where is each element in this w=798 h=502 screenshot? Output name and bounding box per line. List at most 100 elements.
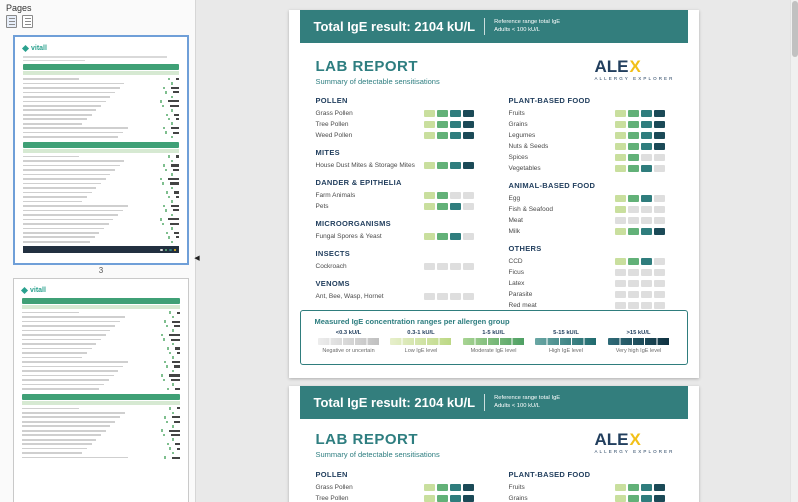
- thumb-mini-row: [22, 338, 180, 341]
- level-square-low: [423, 121, 435, 128]
- thumb-mini-row: [22, 451, 180, 455]
- level-square-low: [423, 192, 435, 199]
- level-square-high: [449, 162, 461, 169]
- level-square-high: [449, 495, 461, 502]
- level-square-mod: [627, 228, 639, 235]
- legend-gradient-bar-low: [390, 338, 452, 345]
- allergen-label: Parasite: [508, 291, 533, 298]
- legend-level-label: Low IgE level: [404, 348, 438, 354]
- allergen-row: Latex: [509, 278, 665, 289]
- level-square-neg: [653, 302, 665, 309]
- level-square-low: [423, 110, 435, 117]
- allergen-row: Grains: [509, 493, 665, 502]
- thumb-mini-row: [22, 342, 180, 346]
- level-squares: [613, 195, 665, 202]
- ige-concentration-legend: Measured IgE concentration ranges per al…: [299, 310, 688, 365]
- alex-logo-x: X: [629, 430, 641, 449]
- thumb-mini-row: [22, 383, 180, 386]
- allergen-label: Pets: [315, 203, 329, 210]
- level-squares: [613, 165, 665, 172]
- level-square-low: [614, 165, 626, 172]
- thumb-mini-row: [22, 416, 180, 419]
- thumb-mini-row: [23, 240, 179, 244]
- level-square-vhigh: [653, 132, 665, 139]
- thumb-mini-row: [23, 91, 179, 94]
- thumb-mini-row: [23, 100, 179, 103]
- level-square-low: [614, 484, 626, 491]
- allergen-row: Tree Pollen: [316, 493, 474, 502]
- thumb-mini-row: [22, 360, 180, 364]
- thumb-mini-row: [22, 387, 180, 391]
- level-square-neg: [449, 263, 461, 270]
- level-square-high: [449, 203, 461, 210]
- thumb-mini-row: [23, 222, 179, 226]
- thumb-mini-row: [23, 236, 179, 239]
- level-square-high: [640, 484, 652, 491]
- page-thumbnail-4[interactable]: vitall: [13, 278, 189, 502]
- allergen-column-left: POLLENGrass PollenTree PollenWeed Pollen: [316, 470, 474, 502]
- legend-level-label: Very high IgE level: [615, 348, 662, 354]
- main-scrollbar[interactable]: [790, 0, 798, 502]
- allergen-section-title: PLANT-BASED FOOD: [508, 96, 591, 105]
- document-viewer[interactable]: Total IgE result: 2104 kU/L Reference ra…: [197, 0, 790, 502]
- thumb-mini-row: [23, 131, 179, 134]
- allergen-section: INSECTS Cockroach: [316, 249, 474, 272]
- allergen-column-left: POLLEN Grass Pollen Tree Pollen Weed Pollen…: [316, 96, 474, 309]
- alex-logo-subtitle: ALLERGY EXPLORER: [594, 449, 675, 454]
- allergen-row: House Dust Mites & Storage Mites: [316, 160, 474, 171]
- lab-report-title: LAB REPORT: [315, 431, 418, 448]
- thumb-mini-row: [22, 351, 180, 355]
- thumb-mini-row: [22, 329, 180, 332]
- thumb-mini-row: [22, 411, 180, 415]
- thumb-mini-row: [23, 109, 179, 112]
- legend-level-label: Negative or uncertain: [322, 348, 375, 354]
- outline-view-icon[interactable]: [22, 15, 33, 28]
- allergen-row: Ant, Bee, Wasp, Hornet: [316, 291, 474, 302]
- vitall-logo-icon: [20, 286, 29, 295]
- level-squares: [422, 263, 474, 270]
- level-square-neg: [640, 206, 652, 213]
- level-squares: [613, 206, 665, 213]
- thumb-table-rows: [23, 155, 179, 244]
- level-square-vhigh: [462, 132, 474, 139]
- level-square-neg: [449, 293, 461, 300]
- thumb-mini-row: [23, 177, 179, 181]
- thumb-mini-row: [23, 204, 179, 208]
- thumb-mini-row: [23, 195, 179, 199]
- scrollbar-thumb[interactable]: [792, 1, 798, 57]
- thumb-mini-row: [23, 113, 179, 116]
- thumb-mini-row: [22, 429, 180, 432]
- level-square-neg: [640, 291, 652, 298]
- level-square-neg: [462, 203, 474, 210]
- allergen-section-title: OTHERS: [508, 244, 542, 253]
- level-squares: [422, 495, 474, 502]
- thumb-mini-row: [22, 378, 180, 382]
- thumbnails-view-icon[interactable]: [6, 15, 17, 28]
- allergen-section-title: MICROORGANISMS: [315, 219, 391, 228]
- level-square-mod: [627, 143, 639, 150]
- legend-gradient-bar-neg: [317, 338, 380, 345]
- level-squares: [422, 110, 474, 117]
- thumb-mini-row: [23, 227, 179, 230]
- level-square-low: [614, 228, 626, 235]
- level-square-mod: [627, 121, 639, 128]
- level-square-mod: [627, 495, 639, 502]
- level-squares: [613, 280, 665, 287]
- allergen-section-title: DANDER & EPITHELIA: [315, 178, 402, 187]
- level-square-low: [614, 258, 626, 265]
- thumb-subheader-bar: [23, 71, 179, 76]
- legend-item-high: 5-15 kU/L High IgE level: [530, 330, 602, 354]
- allergen-label: Farm Animals: [315, 192, 356, 199]
- allergen-row: Farm Animals: [316, 190, 474, 201]
- level-squares: [613, 110, 665, 117]
- sidebar-collapse-handle[interactable]: ◀: [191, 248, 203, 268]
- level-square-high: [640, 143, 652, 150]
- allergen-label: Legumes: [508, 132, 536, 139]
- vitall-logo-text: vitall: [30, 287, 46, 294]
- allergen-section-title: POLLEN: [315, 470, 348, 479]
- allergen-row: Fish & Seafood: [509, 204, 665, 215]
- page-thumbnail-3[interactable]: vitall: [13, 35, 189, 265]
- legend-gradient-bar-vhigh: [607, 338, 670, 345]
- thumb-mini-row: [23, 186, 179, 190]
- allergen-section: PLANT-BASED FOOD Fruits Grains Legumes Nuts …: [509, 96, 665, 174]
